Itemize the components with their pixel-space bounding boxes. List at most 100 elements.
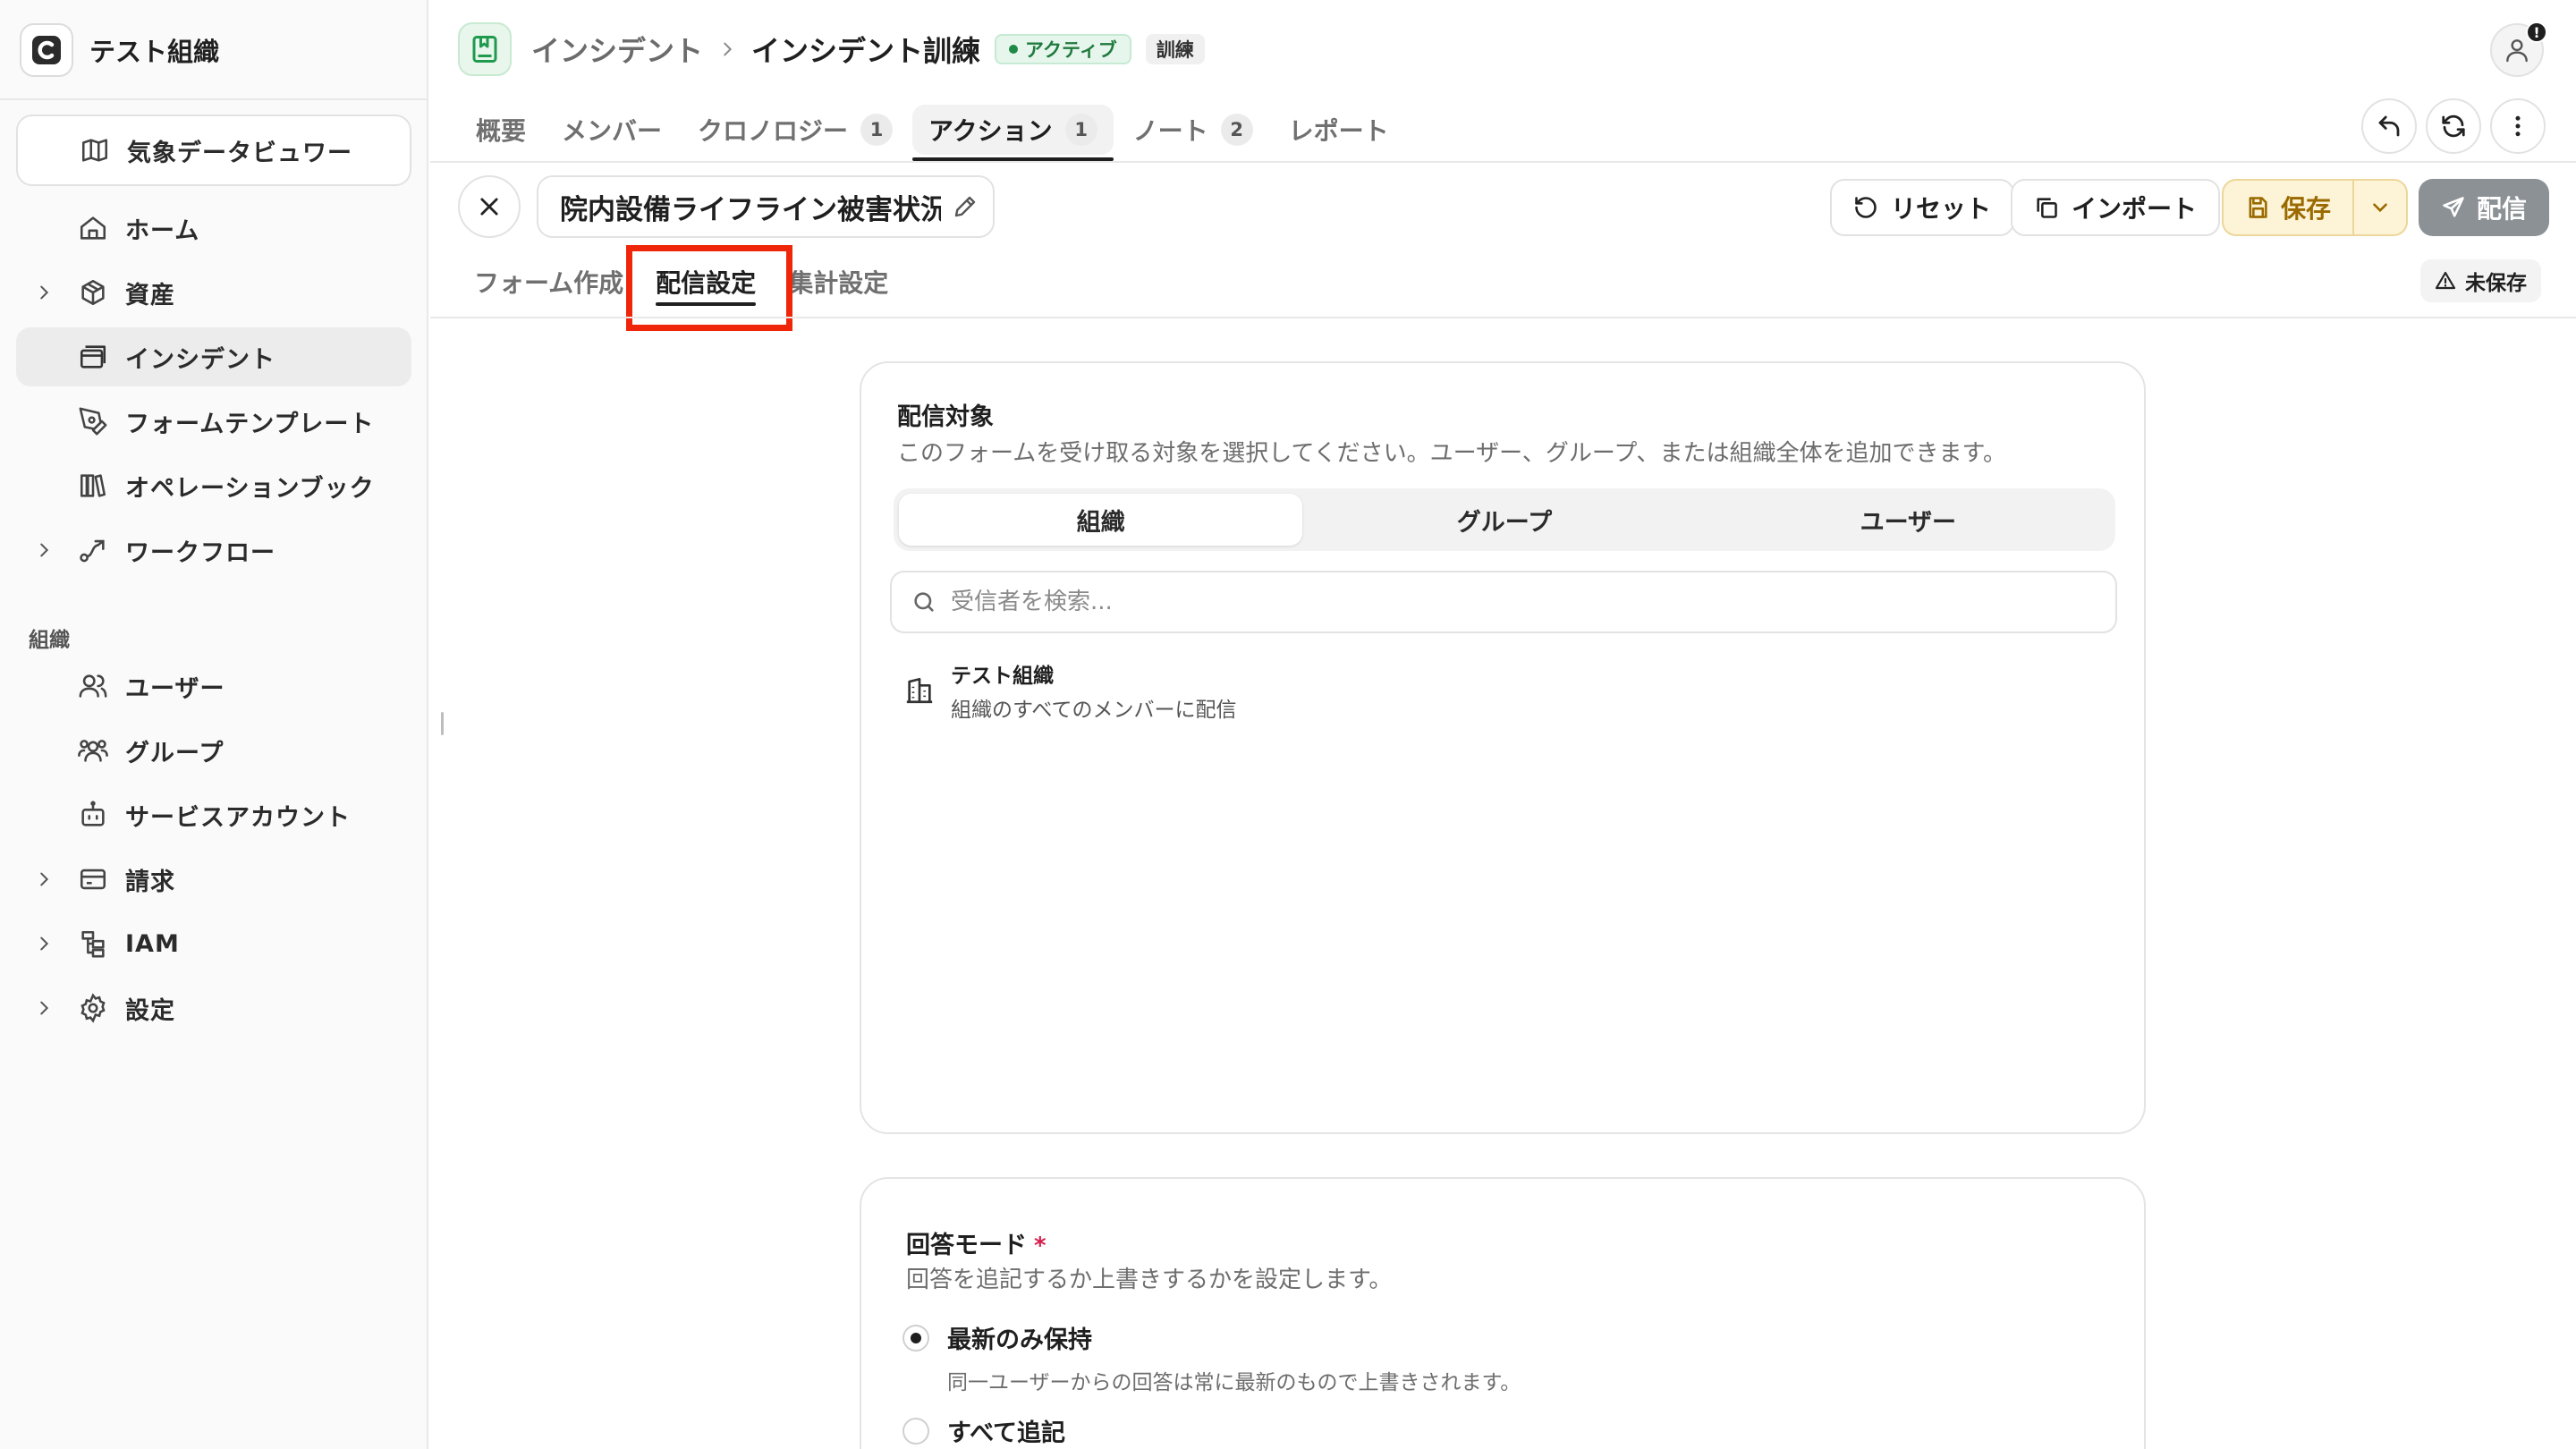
send-label: 配信 bbox=[2476, 194, 2527, 224]
subtab-label: 集計設定 bbox=[788, 268, 889, 298]
window-stack-icon bbox=[77, 341, 109, 373]
header-divider bbox=[430, 161, 2576, 163]
sidebar-item-incidents[interactable]: インシデント bbox=[16, 327, 411, 386]
radio-button[interactable] bbox=[902, 1324, 929, 1352]
undo-icon bbox=[1855, 197, 1877, 218]
user-avatar-button[interactable]: ! bbox=[2490, 21, 2547, 77]
sidebar-item-workflow[interactable]: ワークフロー bbox=[16, 521, 411, 580]
unsaved-label: 未保存 bbox=[2465, 272, 2527, 295]
radio-label: 最新のみ保持 bbox=[947, 1326, 1092, 1354]
segment-group[interactable]: グループ bbox=[1302, 494, 1706, 546]
org-logo-icon bbox=[20, 23, 73, 77]
chevron-right-icon bbox=[34, 933, 54, 954]
sidebar-item-label: インシデント bbox=[125, 345, 275, 374]
radio-button[interactable] bbox=[902, 1417, 929, 1445]
unsaved-badge: 未保存 bbox=[2420, 259, 2541, 302]
card-title: 回答モード * bbox=[906, 1225, 1046, 1260]
tab-actions[interactable]: アクション 1 bbox=[911, 98, 1115, 161]
wallet-icon bbox=[77, 863, 109, 895]
subtab-label: 配信設定 bbox=[656, 268, 757, 298]
tab-overview[interactable]: 概要 bbox=[458, 98, 544, 161]
form-title-field[interactable]: 院内設備ライフライン被害状況 bbox=[537, 175, 995, 238]
segment-label: 組織 bbox=[1076, 508, 1125, 537]
sidebar-item-groups[interactable]: グループ bbox=[16, 721, 411, 780]
org-switcher[interactable]: テスト組織 bbox=[20, 21, 404, 79]
editor-subtabs: フォーム作成 配信設定 集計設定 bbox=[458, 249, 904, 315]
send-icon bbox=[2443, 197, 2464, 217]
pen-tool-icon bbox=[77, 405, 109, 437]
chevron-right-icon bbox=[34, 539, 54, 561]
answer-mode-card: 回答モード * 回答を追記するか上書きするかを設定します。 最新のみ保持 同一ユー… bbox=[860, 1177, 2146, 1449]
breadcrumb-parent-link[interactable]: インシデント bbox=[531, 29, 703, 70]
sidebar-item-label: ユーザー bbox=[125, 674, 225, 703]
subtab-form-builder[interactable]: フォーム作成 bbox=[458, 249, 640, 315]
tab-count-badge: 1 bbox=[1064, 114, 1097, 146]
segment-user[interactable]: ユーザー bbox=[1707, 494, 2110, 546]
sidebar-item-service-accounts[interactable]: サービスアカウント bbox=[16, 785, 411, 844]
tab-count-badge: 2 bbox=[1220, 114, 1253, 146]
search-icon bbox=[914, 592, 934, 612]
save-options-dropdown[interactable] bbox=[2354, 181, 2406, 234]
segment-label: ユーザー bbox=[1860, 508, 1957, 537]
incident-book-icon bbox=[458, 22, 512, 76]
chevron-right-icon bbox=[34, 869, 54, 890]
save-button[interactable]: 保存 bbox=[2224, 181, 2354, 234]
sidebar-item-operation-book[interactable]: オペレーションブック bbox=[16, 456, 411, 515]
pencil-icon[interactable] bbox=[952, 193, 979, 220]
more-options-button[interactable] bbox=[2490, 98, 2546, 154]
bot-icon bbox=[77, 799, 109, 831]
tab-notes[interactable]: ノート 2 bbox=[1115, 98, 1271, 161]
sidebar-item-settings[interactable]: 設定 bbox=[16, 979, 411, 1038]
sidebar-item-label: 資産 bbox=[125, 281, 175, 309]
close-editor-button[interactable] bbox=[458, 175, 521, 238]
sidebar-item-billing[interactable]: 請求 bbox=[16, 850, 411, 909]
tab-members[interactable]: メンバー bbox=[544, 98, 680, 161]
sidebar-item-home[interactable]: ホーム bbox=[16, 199, 411, 258]
sidebar-resize-handle[interactable] bbox=[441, 712, 444, 735]
tab-report[interactable]: レポート bbox=[1271, 98, 1407, 161]
refresh-icon bbox=[2442, 114, 2465, 138]
radio-label: すべて追記 bbox=[947, 1419, 1066, 1447]
radio-append-all[interactable]: すべて追記 bbox=[902, 1413, 1065, 1448]
type-badge: 訓練 bbox=[1145, 34, 1205, 64]
group-icon bbox=[77, 734, 109, 767]
sidebar-section-org: 組織 bbox=[29, 629, 70, 652]
building-icon bbox=[906, 677, 933, 704]
export-button[interactable] bbox=[2361, 98, 2417, 154]
segment-organization[interactable]: 組織 bbox=[899, 494, 1303, 546]
sidebar-item-weather-viewer[interactable]: 気象データビュワー bbox=[16, 114, 411, 186]
status-dot-icon bbox=[1009, 45, 1019, 54]
subtab-label: フォーム作成 bbox=[474, 268, 624, 298]
radio-keep-latest[interactable]: 最新のみ保持 bbox=[902, 1320, 1092, 1355]
sidebar-item-form-templates[interactable]: フォームテンプレート bbox=[16, 392, 411, 451]
distribution-target-card: 配信対象 このフォームを受け取る対象を選択してください。ユーザー、グループ、また… bbox=[860, 361, 2146, 1134]
sidebar-item-assets[interactable]: 資産 bbox=[16, 263, 411, 322]
reset-button[interactable]: リセット bbox=[1830, 179, 2015, 236]
save-label: 保存 bbox=[2280, 194, 2331, 224]
sidebar-item-label: オペレーションブック bbox=[125, 474, 375, 503]
sidebar-item-label: 請求 bbox=[125, 868, 175, 896]
sidebar-item-iam[interactable]: IAM bbox=[16, 914, 411, 973]
workflow-icon bbox=[77, 534, 109, 566]
recipient-search-input[interactable] bbox=[951, 589, 2096, 615]
copy-icon bbox=[2037, 198, 2057, 218]
more-vertical-icon bbox=[2515, 115, 2521, 137]
import-button[interactable]: インポート bbox=[2011, 179, 2221, 236]
tab-chronology[interactable]: クロノロジー 1 bbox=[680, 98, 911, 161]
refresh-button[interactable] bbox=[2426, 98, 2481, 154]
corner-up-left-icon bbox=[2378, 115, 2400, 137]
card-description: このフォームを受け取る対象を選択してください。ユーザー、グループ、または組織全体… bbox=[897, 440, 2006, 467]
alert-badge: ! bbox=[2526, 21, 2547, 43]
sidebar-item-label: グループ bbox=[125, 739, 225, 767]
recipient-option-organization[interactable]: テスト組織 組織のすべてのメンバーに配信 bbox=[904, 658, 1236, 723]
subtab-distribution-settings[interactable]: 配信設定 bbox=[640, 249, 772, 315]
save-button-group: 保存 bbox=[2222, 179, 2408, 236]
sidebar: テスト組織 気象データビュワー ホーム 資産 インシデント フォームテンプレート bbox=[0, 0, 428, 1449]
card-description: 回答を追記するか上書きするかを設定します。 bbox=[906, 1267, 1393, 1293]
subtab-aggregation-settings[interactable]: 集計設定 bbox=[772, 249, 904, 315]
send-button[interactable]: 配信 bbox=[2419, 179, 2549, 236]
sidebar-item-label: サービスアカウント bbox=[125, 803, 351, 832]
recipient-description: 組織のすべてのメンバーに配信 bbox=[951, 699, 1237, 722]
sidebar-item-users[interactable]: ユーザー bbox=[16, 657, 411, 716]
card-title: 配信対象 bbox=[897, 403, 994, 431]
